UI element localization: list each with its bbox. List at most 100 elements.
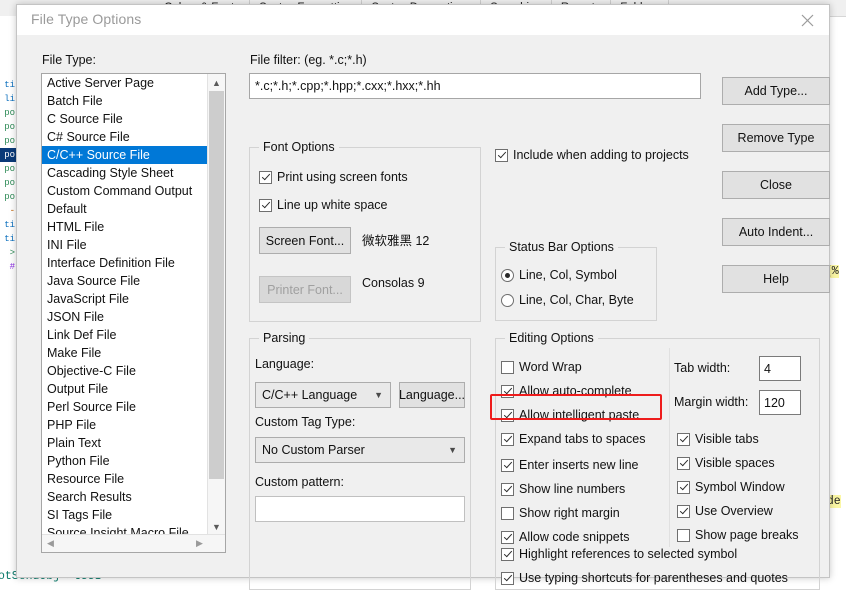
checkmark-icon [495, 148, 508, 162]
tab-width-input[interactable] [759, 356, 801, 381]
help-button[interactable]: Help [722, 265, 830, 293]
radio-line-col-char-byte[interactable]: Line, Col, Char, Byte [501, 293, 634, 307]
chevron-right-icon[interactable]: ▶ [191, 535, 208, 552]
remove-type-button[interactable]: Remove Type [722, 124, 830, 152]
checkbox-label: Visible spaces [695, 456, 775, 470]
radio-line-col-symbol[interactable]: Line, Col, Symbol [501, 268, 617, 282]
list-item[interactable]: Search Results [42, 488, 208, 506]
chevron-down-icon: ▼ [374, 390, 383, 400]
list-item[interactable]: INI File [42, 236, 208, 254]
checkbox-print-using-screen-fonts[interactable]: Print using screen fonts [259, 170, 408, 184]
list-item[interactable]: C Source File [42, 110, 208, 128]
list-item-selected[interactable]: C/C++ Source File [42, 146, 208, 164]
list-item[interactable]: Custom Command Output [42, 182, 208, 200]
scrollbar-corner [208, 535, 225, 552]
chevron-down-icon[interactable]: ▼ [208, 518, 225, 535]
editing-options-title: Editing Options [505, 331, 598, 345]
listbox-horizontal-scrollbar[interactable]: ◀ ▶ [42, 534, 225, 552]
editor-gutter: ti li po po po po po po po - ti ti > # [0, 16, 16, 592]
checkmark-icon [677, 528, 690, 542]
checkbox-highlight-references[interactable]: Highlight references to selected symbol [501, 547, 737, 561]
list-item[interactable]: Plain Text [42, 434, 208, 452]
add-type-button[interactable]: Add Type... [722, 77, 830, 105]
list-item[interactable]: C# Source File [42, 128, 208, 146]
listbox-vertical-scrollbar[interactable]: ▲ ▼ [207, 74, 225, 535]
list-item[interactable]: Make File [42, 344, 208, 362]
custom-tag-type-select[interactable]: No Custom Parser ▼ [255, 437, 465, 463]
screen-font-button[interactable]: Screen Font... [259, 227, 351, 254]
list-item[interactable]: Cascading Style Sheet [42, 164, 208, 182]
list-item[interactable]: Default [42, 200, 208, 218]
list-item[interactable]: JSON File [42, 308, 208, 326]
file-filter-label: File filter: (eg. *.c;*.h) [250, 53, 367, 67]
checkbox-label: Show line numbers [519, 482, 626, 496]
checkbox-show-line-numbers[interactable]: Show line numbers [501, 482, 625, 496]
margin-width-input[interactable] [759, 390, 801, 415]
checkbox-show-right-margin[interactable]: Show right margin [501, 506, 620, 520]
file-type-label: File Type: [42, 53, 96, 67]
checkmark-icon [501, 547, 514, 561]
close-icon[interactable] [785, 5, 829, 35]
checkbox-allow-code-snippets[interactable]: Allow code snippets [501, 530, 629, 544]
checkbox-show-page-breaks[interactable]: Show page breaks [677, 528, 799, 542]
checkbox-word-wrap[interactable]: Word Wrap [501, 360, 582, 374]
list-item[interactable]: Output File [42, 380, 208, 398]
chevron-up-icon[interactable]: ▲ [208, 74, 225, 91]
language-select[interactable]: C/C++ Language ▼ [255, 382, 391, 408]
checkmark-icon [501, 360, 514, 374]
list-item[interactable]: SI Tags File [42, 506, 208, 524]
dialog-title: File Type Options [31, 11, 142, 27]
checkbox-symbol-window[interactable]: Symbol Window [677, 480, 785, 494]
checkbox-label: Print using screen fonts [277, 170, 408, 184]
checkbox-include-when-adding-to-projects[interactable]: Include when adding to projects [495, 148, 689, 162]
checkbox-label: Word Wrap [519, 360, 582, 374]
language-select-value: C/C++ Language [262, 388, 358, 402]
scrollbar-thumb[interactable] [209, 91, 224, 479]
list-item[interactable]: Perl Source File [42, 398, 208, 416]
chevron-left-icon[interactable]: ◀ [42, 535, 59, 552]
printer-font-name: Consolas 9 [362, 276, 425, 290]
list-item[interactable]: Java Source File [42, 272, 208, 290]
checkbox-use-overview[interactable]: Use Overview [677, 504, 773, 518]
list-item[interactable]: Active Server Page [42, 74, 208, 92]
checkbox-label: Allow auto-complete [519, 384, 632, 398]
screen-font-name: 微软雅黑 12 [362, 234, 430, 248]
checkbox-label: Line up white space [277, 198, 388, 212]
checkmark-icon [677, 432, 690, 446]
checkbox-visible-tabs[interactable]: Visible tabs [677, 432, 759, 446]
checkbox-visible-spaces[interactable]: Visible spaces [677, 456, 775, 470]
list-item[interactable]: Python File [42, 452, 208, 470]
auto-indent-button[interactable]: Auto Indent... [722, 218, 830, 246]
status-bar-options-group: Status Bar Options [495, 240, 657, 321]
list-item[interactable]: Objective-C File [42, 362, 208, 380]
checkbox-label: Show right margin [519, 506, 620, 520]
file-filter-input[interactable] [249, 73, 701, 99]
checkbox-label: Highlight references to selected symbol [519, 547, 738, 561]
printer-font-button: Printer Font... [259, 276, 351, 303]
list-item[interactable]: Link Def File [42, 326, 208, 344]
dialog-body: File Type: Active Server Page Batch File… [17, 35, 830, 590]
list-item[interactable]: PHP File [42, 416, 208, 434]
list-item[interactable]: Resource File [42, 470, 208, 488]
checkbox-allow-auto-complete[interactable]: Allow auto-complete [501, 384, 632, 398]
list-item[interactable]: Batch File [42, 92, 208, 110]
checkmark-icon [501, 408, 514, 422]
language-button[interactable]: Language... [399, 382, 465, 408]
checkbox-use-typing-shortcuts[interactable]: Use typing shortcuts for parentheses and… [501, 571, 788, 585]
language-label: Language: [255, 357, 315, 371]
checkbox-enter-inserts-new-line[interactable]: Enter inserts new line [501, 458, 639, 472]
list-item[interactable]: JavaScript File [42, 290, 208, 308]
checkbox-label: Enter inserts new line [519, 458, 639, 472]
checkbox-line-up-white-space[interactable]: Line up white space [259, 198, 388, 212]
list-item[interactable]: Interface Definition File [42, 254, 208, 272]
custom-pattern-input[interactable] [255, 496, 465, 522]
checkbox-label: Use typing shortcuts for parentheses and… [519, 571, 788, 585]
checkmark-icon [259, 170, 272, 184]
checkbox-allow-intelligent-paste[interactable]: Allow intelligent paste [501, 408, 639, 422]
file-type-listbox[interactable]: Active Server Page Batch File C Source F… [41, 73, 226, 553]
file-type-options-dialog: File Type Options File Type: Active Serv… [16, 4, 830, 590]
checkmark-icon [259, 198, 272, 212]
list-item[interactable]: HTML File [42, 218, 208, 236]
close-button[interactable]: Close [722, 171, 830, 199]
checkbox-expand-tabs-to-spaces[interactable]: Expand tabs to spaces [501, 432, 645, 446]
